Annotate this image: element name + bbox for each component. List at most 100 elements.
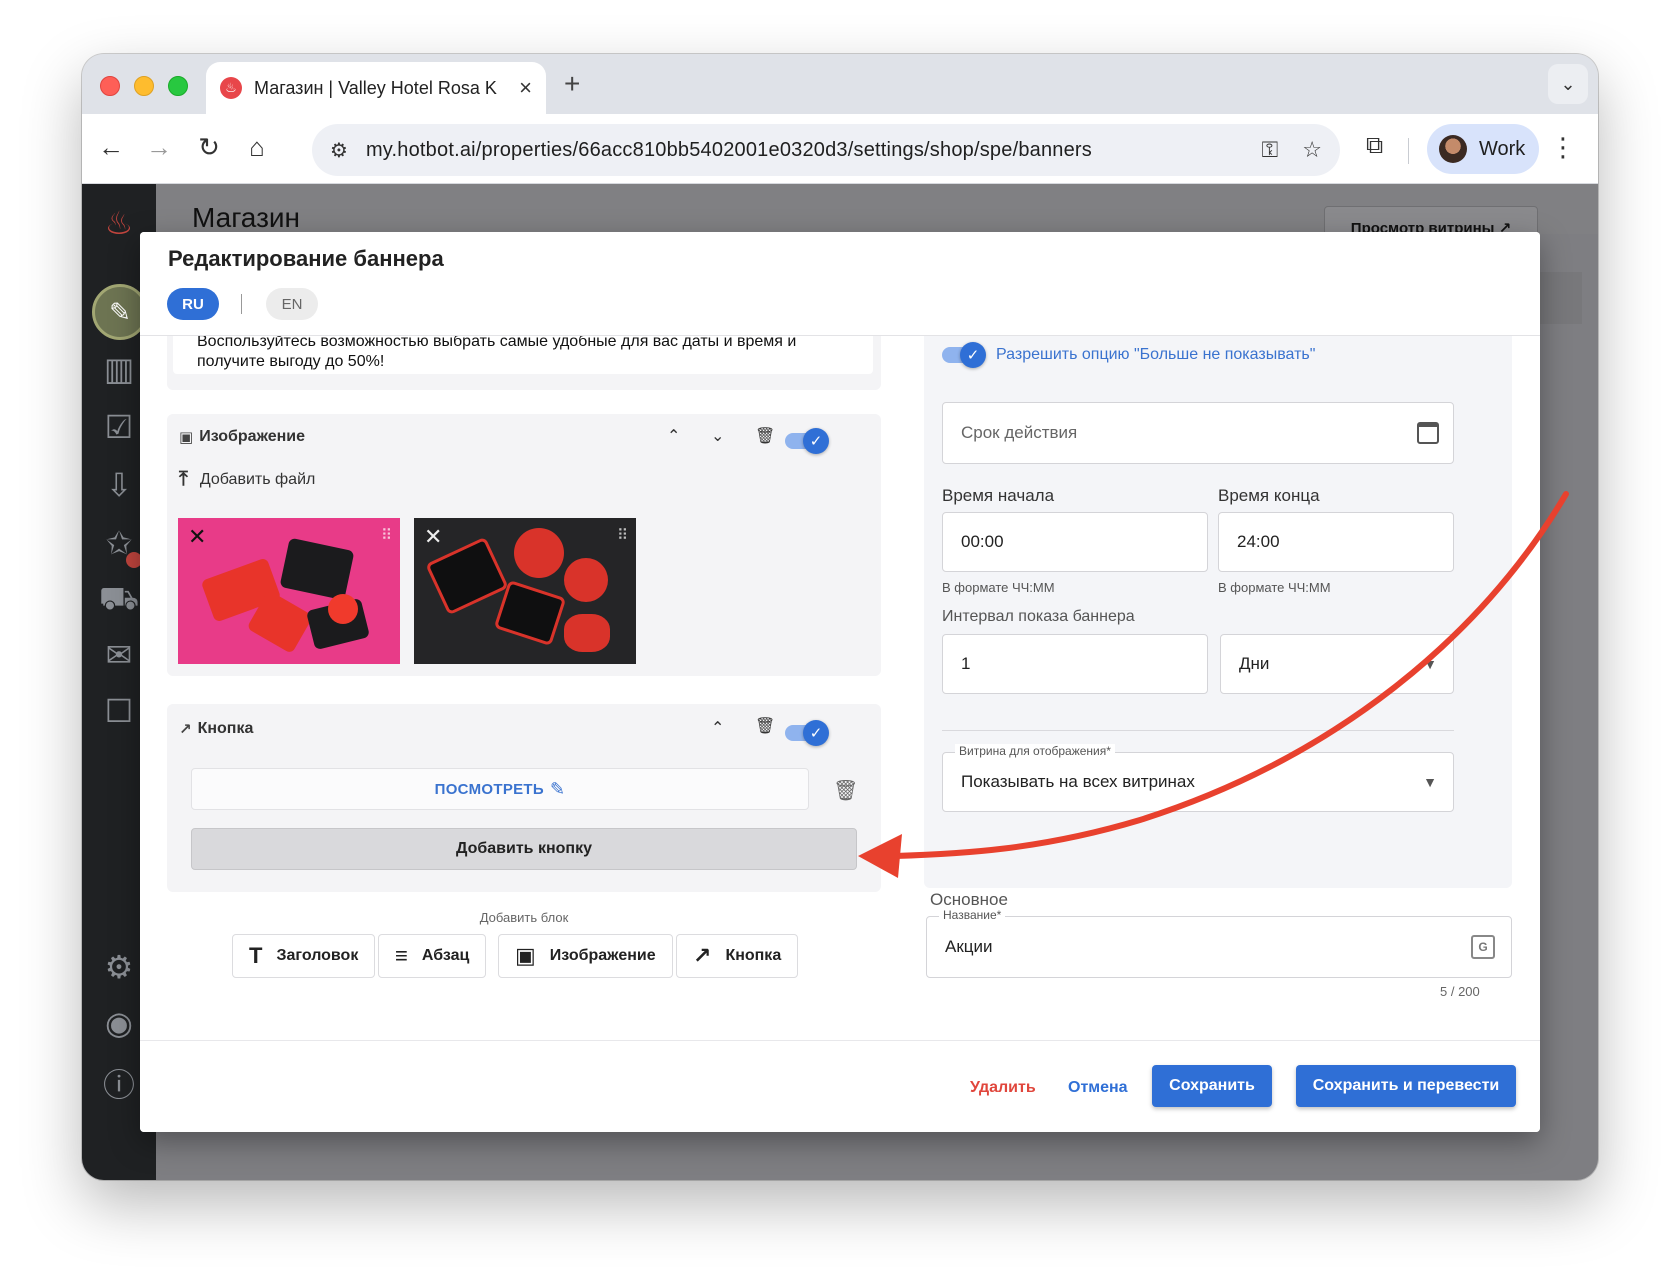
site-settings-icon[interactable]: ⚙ — [330, 138, 348, 163]
paragraph-lines-icon: ≡ — [395, 943, 408, 968]
dropdown-arrow-icon: ▼ — [1423, 656, 1437, 672]
more-menu-icon[interactable]: ⋮ — [1550, 132, 1576, 163]
heading-t-icon: T — [249, 943, 263, 968]
start-time-hint: В формате ЧЧ:ММ — [942, 580, 1055, 595]
interval-input[interactable]: 1 — [942, 634, 1208, 694]
banner-button-item[interactable]: ПОСМОТРЕТЬ ✎ — [191, 768, 809, 810]
delete-block-icon[interactable]: 🗑 — [755, 426, 775, 446]
collapse-icon[interactable]: ⌃ — [711, 718, 724, 738]
interval-value: 1 — [961, 654, 971, 673]
browser-toolbar: ← → ↻ ⌂ ⚙ my.hotbot.ai/properties/66acc8… — [82, 114, 1598, 184]
chevron-down-icon[interactable]: ⌄ — [1548, 64, 1588, 104]
back-icon[interactable]: ← — [94, 132, 128, 163]
showcase-select[interactable]: Витрина для отображения* Показывать на в… — [942, 744, 1454, 812]
flame-icon: ♨ — [220, 77, 242, 99]
start-time-value: 00:00 — [961, 532, 1004, 551]
external-link-icon: ↗ — [179, 721, 192, 738]
edit-banner-modal: Редактирование баннера RU EN Воспользуйт… — [140, 232, 1540, 1132]
reload-icon[interactable]: ↻ — [192, 132, 226, 163]
allow-dont-show-toggle[interactable]: ✓ — [942, 342, 986, 368]
end-time-label: Время конца — [1218, 486, 1320, 505]
add-heading-chip[interactable]: T Заголовок — [232, 934, 376, 978]
validity-date-field[interactable]: Срок действия — [942, 402, 1454, 464]
button-block-toggle[interactable]: ✓ — [785, 720, 829, 746]
image-icon: ▣ — [515, 943, 536, 968]
bow-shape — [564, 614, 610, 652]
forward-icon[interactable]: → — [142, 132, 176, 163]
bow-shape — [564, 558, 608, 602]
calendar-icon[interactable] — [1417, 422, 1439, 444]
char-counter: 5 / 200 — [1440, 984, 1480, 999]
key-icon[interactable]: ⚿ — [1262, 137, 1279, 163]
name-legend: Название* — [939, 908, 1006, 922]
add-image-chip[interactable]: ▣ Изображение — [498, 934, 673, 978]
profile-label: Work — [1479, 137, 1526, 160]
home-icon[interactable]: ⌂ — [240, 132, 274, 163]
save-and-translate-button[interactable]: Сохранить и перевести — [1296, 1065, 1516, 1107]
image-icon: ▣ — [179, 429, 194, 446]
drag-handle-icon[interactable]: ⠿ — [381, 526, 392, 544]
lang-ru-tab[interactable]: RU — [167, 288, 219, 320]
check-icon: ✓ — [803, 720, 829, 746]
add-file-button[interactable]: ⤒ Добавить файл — [179, 468, 315, 491]
interval-unit-select[interactable]: Дни ▼ — [1220, 634, 1454, 694]
star-icon[interactable]: ☆ — [1302, 137, 1322, 163]
translate-icon[interactable]: G — [1471, 935, 1495, 959]
zoom-window-button[interactable] — [168, 76, 188, 96]
address-bar[interactable]: ⚙ my.hotbot.ai/properties/66acc810bb5402… — [312, 124, 1340, 176]
delete-block-icon[interactable]: 🗑 — [755, 716, 775, 736]
end-time-hint: В формате ЧЧ:ММ — [1218, 580, 1331, 595]
button-block-title: Кнопка — [197, 720, 254, 737]
modal-title: Редактирование баннера — [168, 246, 444, 271]
page-title: Магазин — [192, 202, 301, 233]
close-window-button[interactable] — [100, 76, 120, 96]
new-tab-icon[interactable]: + — [564, 68, 580, 100]
trash-icon[interactable]: 🗑 — [833, 778, 858, 803]
check-icon: ✓ — [803, 428, 829, 454]
add-button-label: Кнопка — [725, 947, 782, 964]
banner-image-1: ✕ ⠿ — [178, 518, 400, 664]
remove-image-icon[interactable]: ✕ — [424, 524, 442, 550]
save-button[interactable]: Сохранить — [1152, 1065, 1272, 1107]
modal-footer: Удалить Отмена Сохранить Сохранить и пер… — [140, 1040, 1540, 1132]
name-value: Акции — [945, 937, 993, 956]
add-button-chip[interactable]: ↗ Кнопка — [676, 934, 799, 978]
bow-shape — [328, 594, 358, 624]
panel-divider — [942, 730, 1454, 731]
start-time-input[interactable]: 00:00 — [942, 512, 1208, 572]
image-block-header: ▣ Изображение — [179, 428, 305, 446]
move-down-icon[interactable]: ⌄ — [711, 426, 724, 446]
image-block-title: Изображение — [199, 428, 305, 445]
profile-button[interactable]: Work — [1427, 124, 1539, 174]
minimize-window-button[interactable] — [134, 76, 154, 96]
remove-image-icon[interactable]: ✕ — [188, 524, 206, 550]
close-tab-icon[interactable]: × — [519, 75, 532, 101]
gift-shape — [493, 579, 567, 647]
start-time-label: Время начала — [942, 486, 1055, 505]
add-button-button[interactable]: Добавить кнопку — [191, 828, 857, 870]
cancel-button[interactable]: Отмена — [1068, 1079, 1128, 1097]
add-paragraph-chip[interactable]: ≡ Абзац — [378, 934, 487, 978]
text-block: Воспользуйтесь возможностью выбрать самы… — [167, 328, 881, 390]
image-block-toggle[interactable]: ✓ — [785, 428, 829, 454]
delete-button[interactable]: Удалить — [970, 1079, 1036, 1097]
extensions-icon[interactable]: ⧉ — [1366, 132, 1383, 160]
end-time-input[interactable]: 24:00 — [1218, 512, 1454, 572]
showcase-value: Показывать на всех витринах — [961, 772, 1195, 791]
button-block: ↗ Кнопка ⌃ 🗑 ✓ ПОСМОТРЕТЬ ✎ 🗑 Добавить к… — [167, 704, 881, 892]
move-up-icon[interactable]: ⌃ — [667, 426, 680, 446]
showcase-legend: Витрина для отображения* — [955, 744, 1115, 758]
add-file-label: Добавить файл — [199, 470, 316, 488]
button-block-header: ↗ Кнопка — [179, 720, 253, 738]
lang-separator — [241, 294, 242, 314]
dropdown-arrow-icon: ▼ — [1423, 774, 1437, 790]
browser-tab[interactable]: ♨ Магазин | Valley Hotel Rosa K × — [206, 62, 546, 114]
tab-title: Магазин | Valley Hotel Rosa K — [254, 77, 497, 98]
drag-handle-icon[interactable]: ⠿ — [617, 526, 628, 544]
name-input[interactable]: Название* Акции G — [926, 908, 1512, 978]
settings-panel: ✓ Разрешить опцию "Больше не показывать"… — [924, 328, 1512, 888]
banner-image-2: ✕ ⠿ — [414, 518, 636, 664]
allow-dont-show-row[interactable]: ✓ Разрешить опцию "Больше не показывать" — [942, 342, 1315, 368]
lang-en-tab[interactable]: EN — [266, 288, 318, 320]
interval-unit-value: Дни — [1239, 654, 1270, 673]
